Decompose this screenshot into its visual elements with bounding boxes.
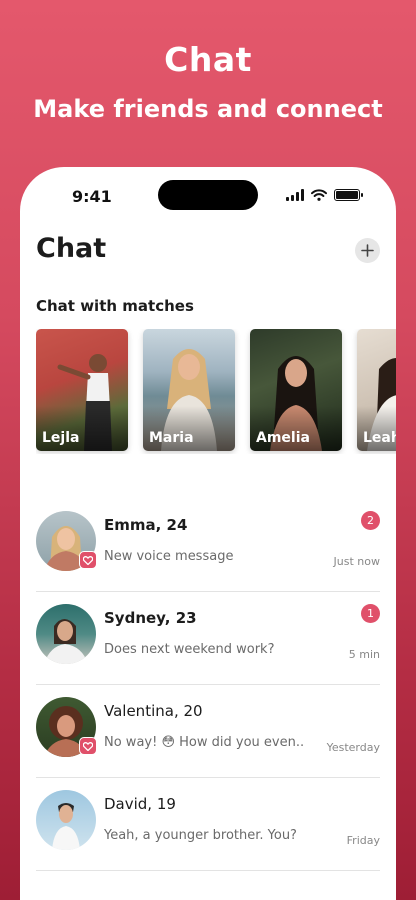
match-name: Amelia	[256, 430, 310, 446]
cellular-signal-icon	[286, 189, 304, 201]
page-title: Chat	[36, 233, 107, 264]
heart-icon	[83, 555, 93, 565]
match-heart-badge	[79, 551, 97, 569]
chat-name: Sydney, 23	[104, 609, 197, 627]
chat-preview: No way! 😳 How did you even..	[104, 735, 305, 750]
match-card-lejla[interactable]: Lejla	[36, 329, 128, 451]
match-name: Lejla	[42, 430, 80, 446]
chat-row-valentina[interactable]: Valentina, 20 No way! 😳 How did you even…	[36, 685, 380, 778]
chat-preview: Yeah, a younger brother. You?	[104, 828, 297, 843]
chat-time: 5 min	[348, 648, 380, 661]
matches-section-title: Chat with matches	[36, 297, 194, 315]
match-card-leah[interactable]: Leah	[357, 329, 396, 451]
heart-icon	[83, 741, 93, 751]
match-card-amelia[interactable]: Amelia	[250, 329, 342, 451]
add-chat-button[interactable]	[355, 238, 380, 263]
unread-count-badge: 1	[361, 604, 380, 623]
match-heart-badge	[79, 737, 97, 755]
plus-icon	[361, 244, 374, 257]
match-name: Leah	[363, 430, 396, 446]
chat-row-emma[interactable]: Emma, 24 New voice message 2 Just now	[36, 499, 380, 592]
status-time: 9:41	[72, 187, 112, 206]
avatar	[36, 790, 96, 850]
chat-name: Valentina, 20	[104, 702, 203, 720]
chat-time: Just now	[333, 555, 380, 568]
chat-time: Yesterday	[326, 741, 380, 754]
dynamic-island	[158, 180, 258, 210]
chat-row-sydney[interactable]: Sydney, 23 Does next weekend work? 1 5 m…	[36, 592, 380, 685]
match-card-maria[interactable]: Maria	[143, 329, 235, 451]
battery-icon	[334, 189, 363, 201]
chat-name: Emma, 24	[104, 516, 188, 534]
chat-name: David, 19	[104, 795, 176, 813]
phone-screen: 9:41 Chat Chat with matches Lejla Maria …	[20, 167, 396, 900]
matches-carousel[interactable]: Lejla Maria Amelia Leah	[36, 329, 396, 454]
chat-time: Friday	[346, 834, 380, 847]
chat-row-david[interactable]: David, 19 Yeah, a younger brother. You? …	[36, 778, 380, 871]
promo-subtitle: Make friends and connect	[33, 95, 383, 123]
unread-count-badge: 2	[361, 511, 380, 530]
wifi-icon	[311, 189, 327, 201]
match-name: Maria	[149, 430, 194, 446]
chat-preview: New voice message	[104, 549, 234, 564]
promo-title: Chat	[164, 40, 252, 79]
chat-list: Emma, 24 New voice message 2 Just now Sy…	[36, 499, 380, 871]
avatar	[36, 604, 96, 664]
chat-preview: Does next weekend work?	[104, 642, 275, 657]
status-icons	[286, 189, 363, 201]
